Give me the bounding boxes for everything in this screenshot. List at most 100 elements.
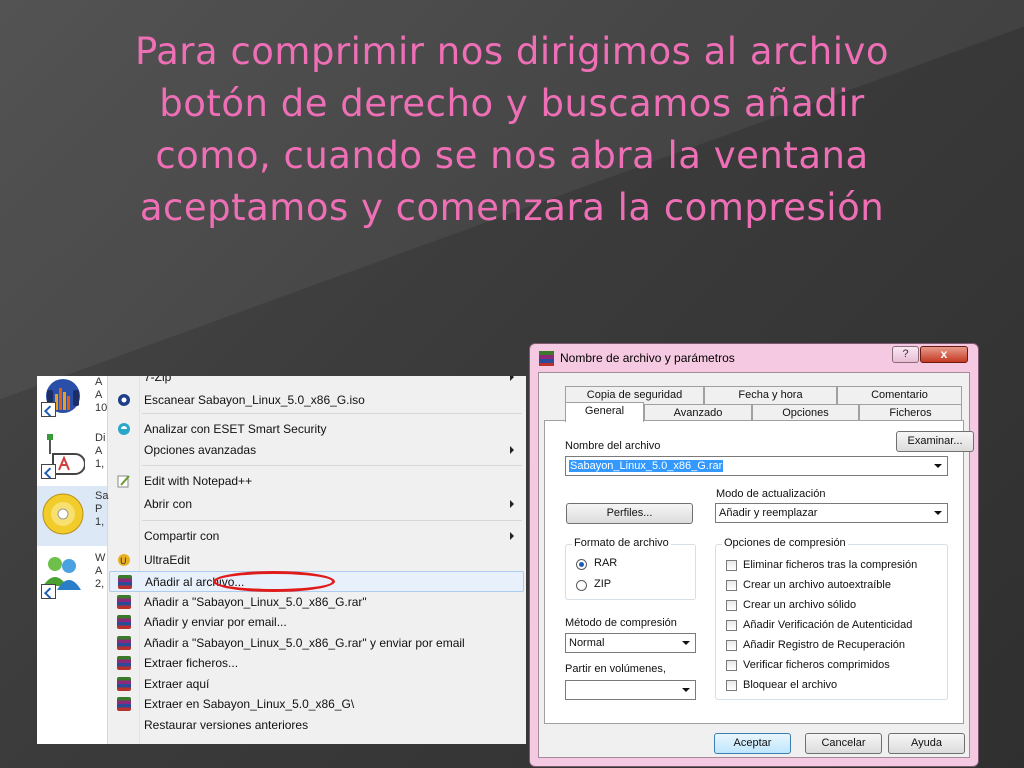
radio-rar-label: RAR [594, 557, 618, 569]
chevron-down-icon [682, 641, 690, 645]
menu-item-add-to-rar[interactable]: Añadir a "Sabayon_Linux_5.0_x86_G.rar" [109, 592, 524, 613]
archive-name-input[interactable]: Sabayon_Linux_5.0_x86_G.rar [565, 456, 948, 476]
chevron-down-icon [934, 511, 942, 515]
chevron-down-icon [682, 688, 690, 692]
winrar-app-icon [539, 351, 554, 366]
submenu-arrow-icon [510, 446, 514, 454]
archive-format-title: Formato de archivo [572, 537, 671, 549]
tab-comment[interactable]: Comentario [837, 386, 962, 404]
split-volumes-label: Partir en volúmenes, [565, 663, 666, 675]
notepad-icon [117, 475, 130, 488]
checkbox-authenticity[interactable] [726, 620, 737, 631]
split-volumes-select[interactable] [565, 680, 696, 700]
file-item-diagram[interactable]: Di A 1, [37, 428, 107, 484]
file-size: 2, [95, 578, 105, 590]
winrar-icon [117, 697, 131, 711]
red-highlight-circle [213, 571, 335, 592]
file-name: W [95, 552, 106, 564]
checkbox-test-files-label: Verificar ficheros comprimidos [743, 659, 890, 671]
checkbox-authenticity-label: Añadir Verificación de Autenticidad [743, 619, 913, 631]
close-button[interactable]: x [920, 346, 968, 363]
file-size: 10 [95, 402, 108, 414]
compression-method-select[interactable]: Normal [565, 633, 696, 653]
profiles-button[interactable]: Perfiles... [566, 503, 693, 524]
chevron-down-icon [934, 464, 942, 468]
radio-zip[interactable] [576, 580, 587, 591]
checkbox-delete-after-label: Eliminar ficheros tras la compresión [743, 559, 918, 571]
menu-item-notepad[interactable]: Edit with Notepad++ [109, 471, 524, 492]
file-type: A [95, 389, 103, 401]
file-type: A [95, 565, 103, 577]
archive-name-label: Nombre del archivo [565, 440, 661, 452]
update-mode-label: Modo de actualización [716, 488, 826, 500]
menu-item-extract-files[interactable]: Extraer ficheros... [109, 653, 524, 674]
file-name: Di [95, 432, 106, 444]
context-menu-screenshot: A A 10 Di A 1, Sa P 1, W A 2, 7-Zip Esca… [37, 376, 526, 744]
menu-item-ultraedit[interactable]: U UltraEdit [109, 550, 524, 571]
tab-date-time[interactable]: Fecha y hora [704, 386, 837, 404]
file-item-audio[interactable]: A A 10 [37, 376, 107, 428]
radio-rar[interactable] [576, 559, 587, 570]
menu-item-add-and-email[interactable]: Añadir y enviar por email... [109, 612, 524, 633]
submenu-arrow-icon [510, 376, 514, 381]
winrar-icon [117, 677, 131, 691]
file-size: 1, [95, 458, 105, 470]
winrar-icon [117, 636, 131, 650]
file-name: Sa [95, 490, 109, 502]
checkbox-lock-archive[interactable] [726, 680, 737, 691]
checkbox-solid-archive[interactable] [726, 600, 737, 611]
checkbox-self-extracting-label: Crear un archivo autoextraíble [743, 579, 891, 591]
menu-item-scan[interactable]: Escanear Sabayon_Linux_5.0_x86_G.iso [109, 390, 524, 411]
checkbox-lock-archive-label: Bloquear el archivo [743, 679, 838, 691]
dialog-body: Copia de seguridad Fecha y hora Comentar… [538, 372, 974, 758]
checkbox-self-extracting[interactable] [726, 580, 737, 591]
menu-item-open-with[interactable]: Abrir con [109, 494, 524, 515]
checkbox-delete-after[interactable] [726, 560, 737, 571]
help-button[interactable]: Ayuda [888, 733, 965, 754]
winrar-icon [118, 575, 132, 589]
menu-item-add-rar-and-email[interactable]: Añadir a "Sabayon_Linux_5.0_x86_G.rar" y… [109, 633, 524, 654]
disc-image-icon [42, 493, 84, 535]
menu-item-share-with[interactable]: Compartir con [109, 526, 524, 547]
file-item-iso-selected[interactable]: Sa P 1, [37, 486, 109, 546]
menu-item-extract-to-folder[interactable]: Extraer en Sabayon_Linux_5.0_x86_G\ [109, 694, 524, 715]
menu-item-eset[interactable]: Analizar con ESET Smart Security [109, 419, 524, 440]
menu-item-7zip[interactable]: 7-Zip [109, 376, 524, 388]
slide-title: Para comprimir nos dirigimos al archivo … [134, 30, 890, 229]
ultraedit-icon: U [118, 554, 130, 567]
help-title-button[interactable]: ? [892, 346, 919, 363]
compression-options-title: Opciones de compresión [722, 537, 848, 549]
menu-item-advanced-options[interactable]: Opciones avanzadas [109, 440, 524, 461]
file-name: A [95, 376, 103, 388]
browse-button[interactable]: Examinar... [896, 431, 974, 452]
archive-dialog: Nombre de archivo y parámetros ? x Copia… [529, 343, 979, 767]
menu-item-restore-versions[interactable]: Restaurar versiones anteriores [109, 715, 524, 736]
file-type: P [95, 503, 103, 515]
explorer-file-list: A A 10 Di A 1, Sa P 1, W A 2, [37, 376, 108, 744]
radio-zip-label: ZIP [594, 578, 612, 590]
checkbox-recovery-record[interactable] [726, 640, 737, 651]
shortcut-arrow-icon [41, 402, 56, 417]
update-mode-select[interactable]: Añadir y reemplazar [715, 503, 948, 523]
shortcut-arrow-icon [41, 464, 56, 479]
submenu-arrow-icon [510, 500, 514, 508]
winrar-icon [117, 656, 131, 670]
compression-method-label: Método de compresión [565, 617, 677, 629]
file-type: A [95, 445, 103, 457]
checkbox-solid-archive-label: Crear un archivo sólido [743, 599, 857, 611]
compression-options-group: Opciones de compresión Eliminar ficheros… [715, 537, 948, 700]
eset-icon [118, 423, 130, 435]
submenu-arrow-icon [510, 532, 514, 540]
menu-item-extract-here[interactable]: Extraer aquí [109, 674, 524, 695]
winrar-icon [117, 615, 131, 629]
ok-button[interactable]: Aceptar [714, 733, 791, 754]
file-size: 1, [95, 516, 105, 528]
context-menu: 7-Zip Escanear Sabayon_Linux_5.0_x86_G.i… [109, 376, 526, 744]
tab-general[interactable]: General [565, 402, 644, 422]
winrar-icon [117, 595, 131, 609]
file-item-messenger[interactable]: W A 2, [37, 548, 107, 604]
dialog-title: Nombre de archivo y parámetros [560, 351, 735, 365]
checkbox-recovery-record-label: Añadir Registro de Recuperación [743, 639, 906, 651]
cancel-button[interactable]: Cancelar [805, 733, 882, 754]
checkbox-test-files[interactable] [726, 660, 737, 671]
